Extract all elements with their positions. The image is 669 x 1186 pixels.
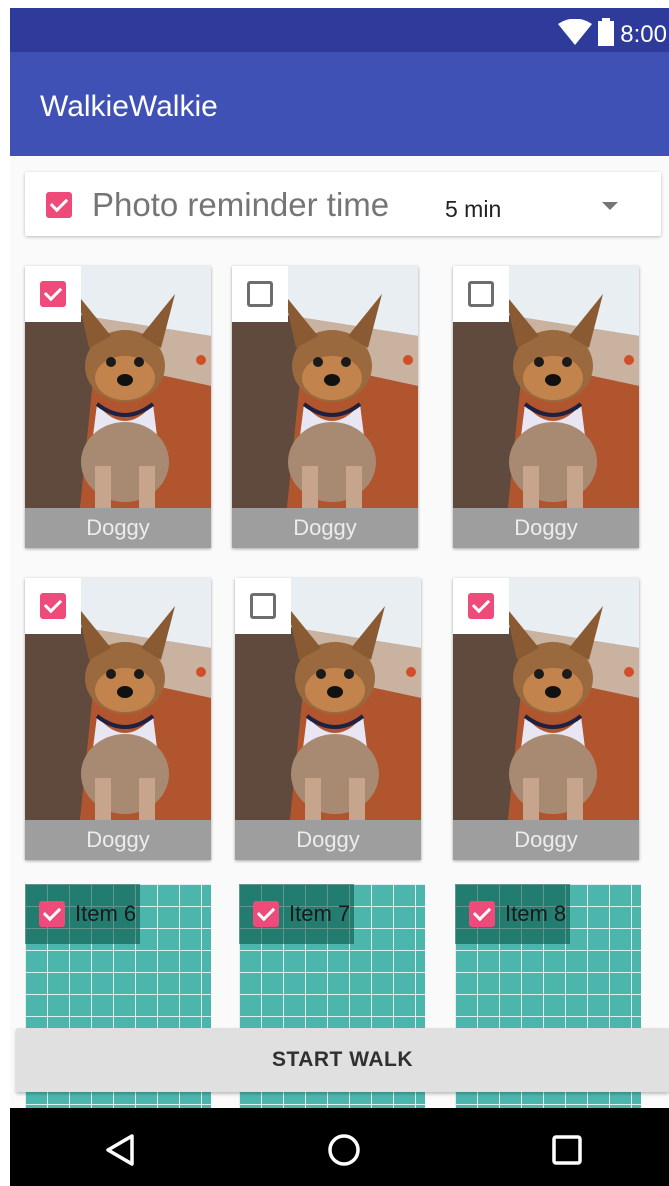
- back-icon[interactable]: [100, 1130, 140, 1170]
- grid-item-checkbox[interactable]: [469, 901, 495, 927]
- dropdown-arrow-icon[interactable]: [602, 202, 618, 210]
- start-walk-button[interactable]: START WALK: [16, 1028, 669, 1092]
- grid-item-label: Item 6: [75, 901, 137, 926]
- tile-checkbox[interactable]: [40, 281, 66, 307]
- photo-tile[interactable]: Doggy: [453, 266, 639, 548]
- app-title: WalkieWalkie: [40, 90, 218, 123]
- app-bar: WalkieWalkie: [10, 52, 669, 156]
- phone-screen: 8:00 WalkieWalkie Photo reminder time 5 …: [10, 8, 669, 1186]
- tile-checkbox-holder: [25, 578, 81, 634]
- tile-caption: Doggy: [453, 508, 639, 548]
- status-icons: 8:00: [558, 18, 667, 51]
- main-content: Photo reminder time 5 min Doggy Doggy Do…: [10, 156, 669, 1108]
- tile-checkbox-holder: [453, 266, 509, 322]
- tile-checkbox[interactable]: [247, 281, 273, 307]
- photo-reminder-checkbox[interactable]: [46, 192, 72, 218]
- grid-item-label: Item 8: [505, 901, 567, 926]
- tile-caption: Doggy: [232, 508, 418, 548]
- photo-tile[interactable]: Doggy: [25, 266, 211, 548]
- home-icon[interactable]: [324, 1130, 364, 1170]
- grid-item-checkbox[interactable]: [253, 901, 279, 927]
- status-bar: 8:00: [10, 8, 669, 52]
- battery-icon: [598, 18, 615, 51]
- photo-reminder-label: Photo reminder time: [92, 186, 390, 223]
- navigation-bar: [10, 1108, 669, 1186]
- photo-tile[interactable]: Doggy: [232, 266, 418, 548]
- photo-reminder-row: Photo reminder time 5 min: [25, 172, 661, 236]
- tile-checkbox-holder: [25, 266, 81, 322]
- tile-checkbox-holder: [232, 266, 288, 322]
- tile-checkbox[interactable]: [40, 593, 66, 619]
- tile-checkbox[interactable]: [250, 593, 276, 619]
- photo-tile[interactable]: Doggy: [25, 578, 211, 860]
- reminder-time-dropdown[interactable]: 5 min: [445, 196, 501, 223]
- wifi-icon: [558, 18, 593, 50]
- tile-checkbox[interactable]: [468, 593, 494, 619]
- photo-tile[interactable]: Doggy: [235, 578, 421, 860]
- tile-caption: Doggy: [235, 820, 421, 860]
- grid-item-label: Item 7: [289, 901, 351, 926]
- grid-item-label-box: Item 6: [25, 884, 141, 944]
- tile-caption: Doggy: [453, 820, 639, 860]
- photo-tile[interactable]: Doggy: [453, 578, 639, 860]
- tile-checkbox-holder: [453, 578, 509, 634]
- recents-icon[interactable]: [547, 1130, 587, 1170]
- tile-caption: Doggy: [25, 820, 211, 860]
- grid-item-checkbox[interactable]: [39, 901, 65, 927]
- tile-caption: Doggy: [25, 508, 211, 548]
- grid-item-label-box: Item 8: [455, 884, 571, 944]
- grid-item-label-box: Item 7: [239, 884, 355, 944]
- tile-checkbox[interactable]: [468, 281, 494, 307]
- status-time: 8:00: [620, 20, 667, 48]
- tile-checkbox-holder: [235, 578, 291, 634]
